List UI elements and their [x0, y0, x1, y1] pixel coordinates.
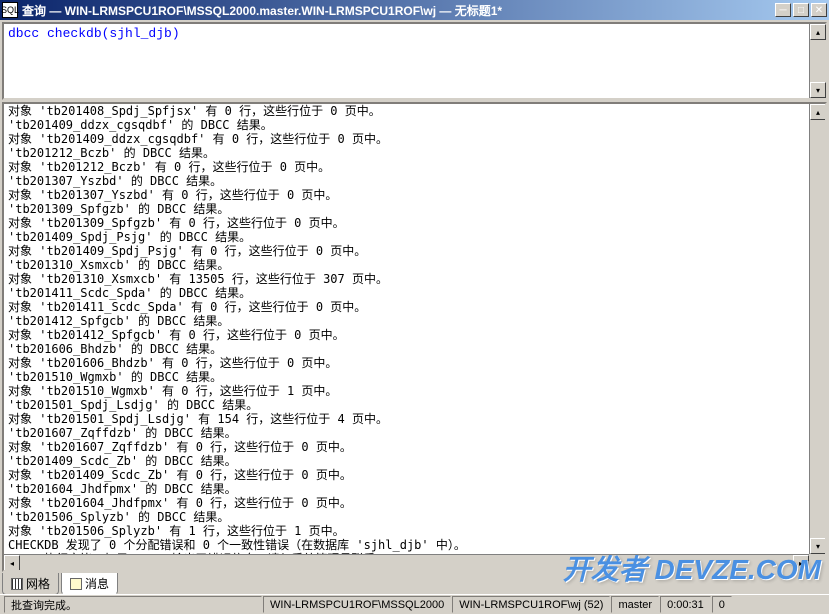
- status-rows: 0: [712, 596, 732, 613]
- tab-grid[interactable]: 网格: [2, 573, 59, 595]
- scroll-corner: [809, 554, 825, 570]
- status-db: master: [611, 596, 659, 613]
- results-scrollbar-v[interactable]: ▴ ▾: [809, 104, 825, 554]
- tab-grid-label: 网格: [26, 575, 50, 592]
- close-button[interactable]: ✕: [811, 3, 827, 17]
- scroll-up-icon[interactable]: ▴: [810, 24, 826, 40]
- query-text[interactable]: dbcc checkdb(sjhl_djb): [4, 24, 825, 43]
- results-scrollbar-h[interactable]: ◂ ▸: [4, 554, 809, 570]
- statusbar: 批查询完成。 WIN-LRMSPCU1ROF\MSSQL2000 WIN-LRM…: [0, 594, 829, 614]
- tabs-bar: 网格 消息: [2, 572, 827, 594]
- window-controls: ─ □ ✕: [775, 3, 827, 17]
- window-title: 查询 — WIN-LRMSPCU1ROF\MSSQL2000.master.WI…: [22, 2, 775, 19]
- scroll-up-icon[interactable]: ▴: [810, 104, 826, 120]
- maximize-button[interactable]: □: [793, 3, 809, 17]
- scroll-down-icon[interactable]: ▾: [810, 538, 826, 554]
- minimize-button[interactable]: ─: [775, 3, 791, 17]
- status-user: WIN-LRMSPCU1ROF\wj (52): [452, 596, 610, 613]
- results-text[interactable]: 对象 'tb201408_Spdj_Spfjsx' 有 0 行，这些行位于 0 …: [4, 104, 825, 566]
- messages-icon: [70, 578, 82, 590]
- status-time: 0:00:31: [660, 596, 711, 613]
- scroll-left-icon[interactable]: ◂: [4, 555, 20, 571]
- grid-icon: [11, 578, 23, 590]
- results-pane: 对象 'tb201408_Spdj_Spfjsx' 有 0 行，这些行位于 0 …: [2, 102, 827, 572]
- tab-messages-label: 消息: [85, 575, 109, 592]
- status-server: WIN-LRMSPCU1ROF\MSSQL2000: [263, 596, 451, 613]
- scroll-right-icon[interactable]: ▸: [793, 555, 809, 571]
- query-editor[interactable]: dbcc checkdb(sjhl_djb) ▴ ▾: [2, 22, 827, 100]
- scroll-down-icon[interactable]: ▾: [810, 82, 826, 98]
- status-message: 批查询完成。: [4, 596, 262, 613]
- app-icon: SQL: [2, 2, 18, 18]
- tab-messages[interactable]: 消息: [61, 573, 118, 595]
- editor-scrollbar-v[interactable]: ▴ ▾: [809, 24, 825, 98]
- titlebar: SQL 查询 — WIN-LRMSPCU1ROF\MSSQL2000.maste…: [0, 0, 829, 20]
